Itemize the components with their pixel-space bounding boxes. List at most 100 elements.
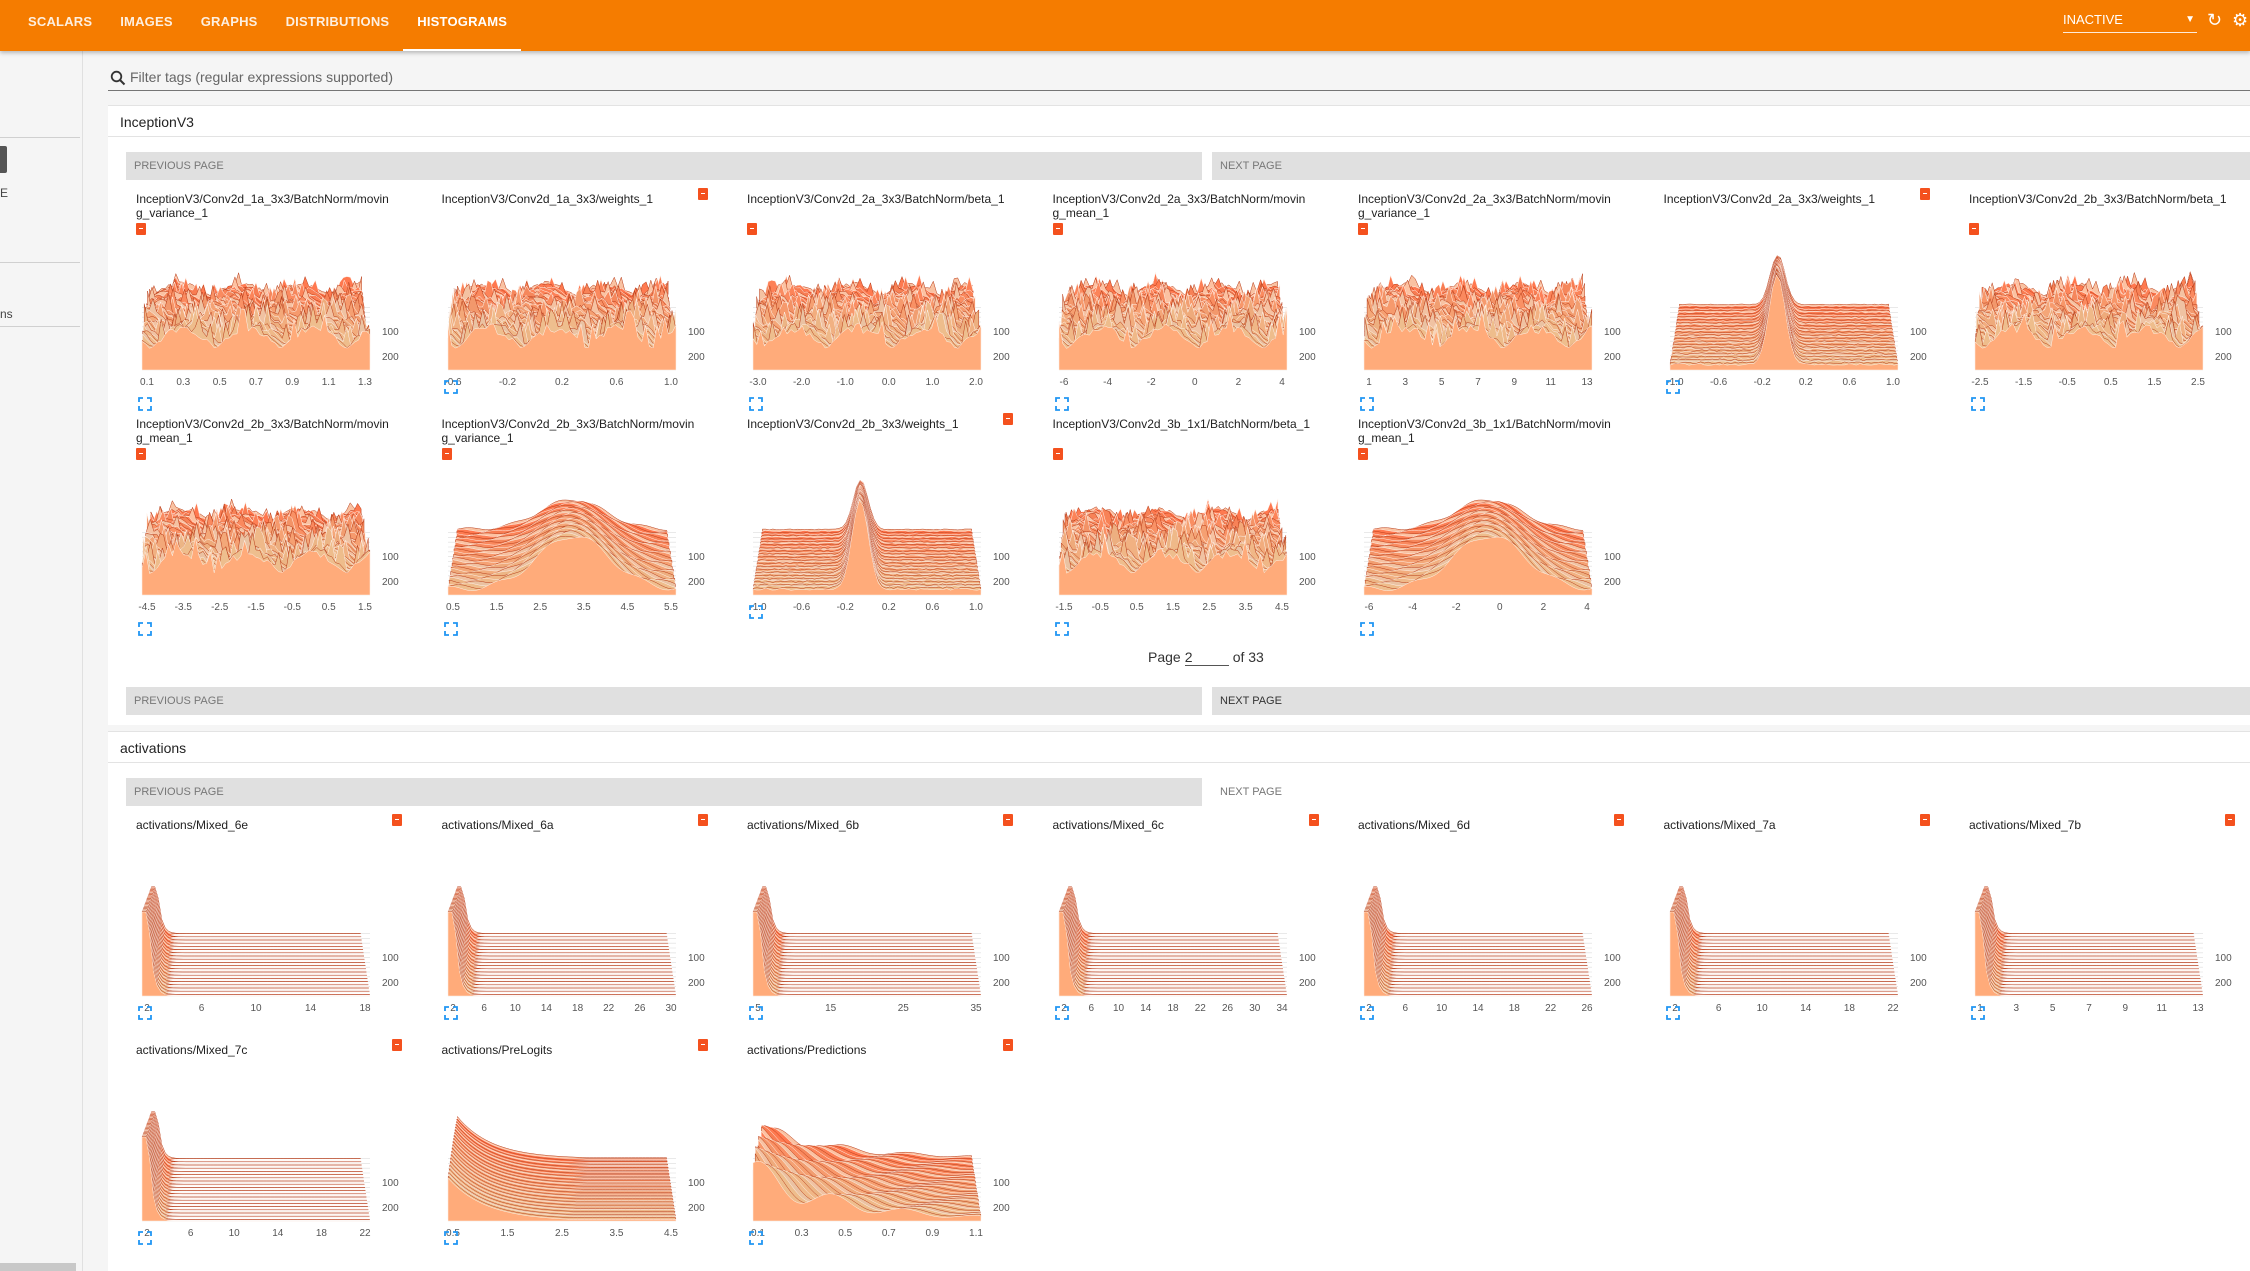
- histogram-chart[interactable]: 1 3 5 7 9 11 13100200: [1356, 235, 1631, 390]
- run-color-flag[interactable]: [1969, 223, 1979, 235]
- expand-icon[interactable]: [1054, 397, 1069, 411]
- histogram-chart[interactable]: 2 6 10 14 18 22 26 30 34100200: [1051, 861, 1326, 1016]
- histogram-slice: [1983, 889, 2195, 941]
- histogram-chart[interactable]: 2 6 10 14 18 22 26100200: [1356, 861, 1631, 1016]
- histogram-chart[interactable]: 0.5 1.5 2.5 3.5 4.5100200: [440, 1086, 715, 1241]
- run-color-flag[interactable]: [441, 448, 452, 460]
- y-tick-label: 100: [1299, 552, 1316, 563]
- previous-page-button[interactable]: PREVIOUS PAGE: [126, 152, 1202, 180]
- histogram-slice: [1669, 910, 1898, 994]
- expand-icon[interactable]: [749, 1231, 763, 1245]
- run-color-flag[interactable]: [747, 223, 757, 235]
- run-color-flag[interactable]: [1919, 814, 1930, 826]
- histogram-slice: [1674, 896, 1892, 960]
- run-color-flag[interactable]: [392, 814, 402, 826]
- run-color-flag[interactable]: [1052, 223, 1063, 235]
- run-color-flag[interactable]: [1052, 448, 1063, 460]
- category-header-inceptionv3[interactable]: InceptionV3: [108, 105, 2250, 137]
- histogram-slice: [145, 1126, 367, 1196]
- gear-icon[interactable]: ⚙: [2232, 10, 2248, 30]
- expand-icon[interactable]: [443, 622, 458, 636]
- histogram-chart[interactable]: -6 -4 -2 0 2 4 100 200: [1356, 460, 1631, 615]
- tab-images[interactable]: IMAGES: [106, 0, 186, 51]
- histogram-chart[interactable]: -0.6 -0.2 0.2 0.6 1.0100200: [440, 235, 715, 390]
- expand-icon[interactable]: [1360, 1006, 1374, 1020]
- expand-icon[interactable]: [138, 1231, 152, 1245]
- next-page-button-bottom[interactable]: NEXT PAGE: [1212, 687, 2250, 715]
- run-color-flag[interactable]: [1358, 223, 1368, 235]
- run-status-value: INACTIVE: [2063, 12, 2123, 27]
- histogram-title: InceptionV3/Conv2d_2b_3x3/BatchNorm/movi…: [136, 417, 389, 445]
- run-color-flag[interactable]: [136, 448, 146, 460]
- histogram-chart[interactable]: -2.5 -1.5 -0.5 0.5 1.5 2.5 100 200: [1967, 235, 2242, 390]
- run-color-flag[interactable]: [1308, 814, 1319, 826]
- run-color-flag[interactable]: [1003, 413, 1013, 425]
- histogram-chart[interactable]: -1.0 -0.6 -0.2 0.2 0.6 1.0100200: [745, 460, 1020, 615]
- run-color-flag[interactable]: [1003, 1039, 1013, 1051]
- histogram-card: InceptionV3/Conv2d_2b_3x3/BatchNorm/movi…: [122, 415, 412, 636]
- expand-icon[interactable]: [1971, 397, 1985, 411]
- histogram-chart[interactable]: -6 -4 -2 0 2 4 100 200: [1051, 235, 1326, 390]
- run-color-flag[interactable]: [697, 814, 708, 826]
- run-color-flag[interactable]: [697, 188, 708, 200]
- expand-icon[interactable]: [1054, 1006, 1069, 1020]
- tab-distributions[interactable]: DISTRIBUTIONS: [272, 0, 404, 51]
- expand-icon[interactable]: [1054, 622, 1069, 636]
- expand-icon[interactable]: [443, 1231, 458, 1245]
- expand-icon[interactable]: [443, 380, 458, 394]
- previous-page-button-bottom[interactable]: PREVIOUS PAGE: [126, 687, 1202, 715]
- histogram-chart[interactable]: -1.0 -0.6 -0.2 0.2 0.6 1.0100200: [1662, 235, 1937, 390]
- histogram-chart[interactable]: 0.1 0.3 0.5 0.7 0.9 1.1100200: [745, 1086, 1020, 1241]
- tag-filter-input[interactable]: Filter tags (regular expressions support…: [108, 64, 2250, 91]
- histogram-card: activations/Mixed_6a 2 6 10 14 18 22 26 30 100 200: [428, 814, 718, 1036]
- next-page-button[interactable]: NEXT PAGE: [1212, 152, 2250, 180]
- run-color-flag[interactable]: [1003, 814, 1013, 826]
- run-color-flag[interactable]: [1358, 448, 1368, 460]
- run-color-flag[interactable]: [392, 1039, 402, 1051]
- expand-icon[interactable]: [749, 1006, 763, 1020]
- histogram-chart[interactable]: -4.5 -3.5 -2.5 -1.5 -0.5 0.5 1.5 100 200: [134, 460, 409, 615]
- expand-icon[interactable]: [138, 1006, 152, 1020]
- histogram-chart[interactable]: 0.1 0.3 0.5 0.7 0.9 1.1 1.3 100 200: [134, 235, 409, 390]
- category-header-activations[interactable]: activations: [108, 731, 2250, 763]
- run-color-flag[interactable]: [2225, 814, 2235, 826]
- expand-icon[interactable]: [138, 397, 152, 411]
- expand-icon[interactable]: [1360, 397, 1374, 411]
- histogram-chart[interactable]: -3.0 -2.0 -1.0 0.0 1.0 2.0 100 200: [745, 235, 1020, 390]
- expand-icon[interactable]: [443, 1006, 458, 1020]
- histogram-slice: [148, 1118, 364, 1177]
- sidebar-toggle[interactable]: [0, 146, 7, 173]
- histogram-slice: [447, 910, 676, 994]
- expand-icon[interactable]: [1665, 380, 1680, 394]
- histogram-chart[interactable]: -1.5 -0.5 0.5 1.5 2.5 3.5 4.5 100 200: [1051, 460, 1326, 615]
- y-tick-label: 200: [1910, 352, 1927, 363]
- run-color-flag[interactable]: [697, 1039, 708, 1051]
- run-status-select[interactable]: INACTIVE ▼: [2063, 10, 2197, 33]
- histogram-chart[interactable]: 2 6 10 14 18100200: [134, 861, 409, 1016]
- expand-icon[interactable]: [749, 605, 763, 619]
- expand-icon[interactable]: [1665, 1006, 1680, 1020]
- page-number-input[interactable]: 2: [1184, 649, 1229, 666]
- histogram-chart[interactable]: 2 6 10 14 18 22100200: [1662, 861, 1937, 1016]
- x-tick-label: 10: [1112, 1003, 1124, 1014]
- tab-histograms[interactable]: HISTOGRAMS: [403, 0, 522, 51]
- next-page-button[interactable]: NEXT PAGE: [1212, 778, 1512, 806]
- histogram-chart[interactable]: 2 6 10 14 18 22100200: [134, 1086, 409, 1241]
- tab-scalars[interactable]: SCALARS: [14, 0, 106, 51]
- x-tick-label: -6: [1365, 602, 1374, 613]
- histogram-chart[interactable]: 2 6 10 14 18 22 26 30100200: [440, 861, 715, 1016]
- run-color-flag[interactable]: [1614, 814, 1624, 826]
- histogram-slice: [1062, 901, 1283, 971]
- tab-graphs[interactable]: GRAPHS: [187, 0, 272, 51]
- expand-icon[interactable]: [749, 397, 763, 411]
- histogram-chart[interactable]: 1 3 5 7 9 11 13100200: [1967, 861, 2242, 1016]
- refresh-icon[interactable]: ↻: [2207, 10, 2222, 30]
- histogram-chart[interactable]: 0.5 1.5 2.5 3.5 4.5 5.5 100 200: [440, 460, 715, 615]
- run-color-flag[interactable]: [136, 223, 146, 235]
- run-color-flag[interactable]: [1919, 188, 1930, 200]
- expand-icon[interactable]: [1360, 622, 1374, 636]
- expand-icon[interactable]: [1971, 1006, 1985, 1020]
- histogram-chart[interactable]: 5 15 25 35100200: [745, 861, 1020, 1016]
- expand-icon[interactable]: [138, 622, 152, 636]
- previous-page-button[interactable]: PREVIOUS PAGE: [126, 778, 1202, 806]
